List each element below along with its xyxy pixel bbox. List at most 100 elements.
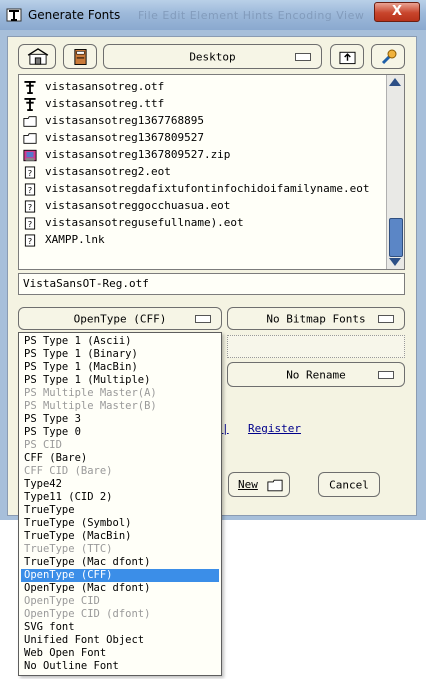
unknown-file-icon: ?: [23, 165, 37, 179]
format-option: OpenType CID: [24, 595, 100, 607]
font-file-icon: [23, 97, 37, 111]
format-option[interactable]: OpenType (CFF): [21, 569, 219, 582]
unknown-file-icon: ?: [23, 216, 37, 230]
new-folder-button[interactable]: New: [228, 472, 290, 497]
file-name: vistasansotreg.otf: [45, 80, 165, 93]
folder-icon: [267, 479, 283, 492]
directory-dropdown[interactable]: Desktop: [103, 44, 322, 69]
format-option[interactable]: PS Type 3: [23, 413, 219, 426]
directory-label: Desktop: [189, 50, 236, 63]
outline-format-select[interactable]: OpenType (CFF): [18, 307, 222, 330]
file-name: XAMPP.lnk: [45, 233, 105, 246]
format-option[interactable]: TrueType (Symbol): [23, 517, 219, 530]
file-list[interactable]: vistasansotreg.otf vistasansotreg.ttf vist…: [18, 74, 405, 270]
dropdown-indicator-icon: [378, 370, 394, 379]
file-name: vistasansotreg1367809527.zip: [45, 148, 231, 161]
file-name: vistasansotreggocchuasua.eot: [45, 199, 231, 212]
register-link[interactable]: Register: [248, 422, 301, 435]
file-name: vistasansotreg1367809527: [45, 131, 204, 144]
unknown-file-icon: ?: [23, 233, 37, 247]
bookmark-book-icon: [74, 49, 87, 65]
format-option[interactable]: OpenType (Mac dfont): [23, 582, 219, 595]
unknown-file-icon: ?: [23, 199, 37, 213]
cancel-button[interactable]: Cancel: [318, 472, 380, 497]
format-option: PS Multiple Master(B): [24, 400, 157, 412]
file-list-item[interactable]: ? vistasansotregdafixtufontinfochidoifami…: [23, 181, 370, 197]
partial-link[interactable]: |: [222, 422, 229, 435]
fontforge-app-icon: [6, 8, 22, 22]
format-option[interactable]: Type11 (CID 2): [23, 491, 219, 504]
settings-button[interactable]: [371, 44, 405, 69]
scrollbar-thumb[interactable]: [389, 218, 403, 257]
outline-format-value: OpenType (CFF): [73, 312, 167, 325]
format-option[interactable]: TrueType (Mac dfont): [23, 556, 219, 569]
wrench-icon: [381, 49, 397, 65]
format-option[interactable]: No Outline Font: [23, 660, 219, 673]
file-list-item[interactable]: ? XAMPP.lnk: [23, 232, 105, 248]
file-list-item[interactable]: vistasansotreg.ttf: [23, 96, 164, 112]
format-option: PS CID: [24, 439, 62, 451]
folder-icon: [23, 115, 37, 128]
file-name: vistasansotregdafixtufontinfochidoifamil…: [45, 182, 370, 195]
home-button[interactable]: [18, 44, 56, 69]
generate-fonts-window: Generate Fonts File Edit Element Hints E…: [0, 0, 426, 676]
title-bar[interactable]: Generate Fonts File Edit Element Hints E…: [0, 0, 426, 31]
format-option[interactable]: Unified Font Object: [23, 634, 219, 647]
close-button[interactable]: X: [374, 2, 420, 22]
svg-text:?: ?: [28, 202, 32, 212]
format-option[interactable]: PS Type 1 (Multiple): [23, 374, 219, 387]
folder-up-icon: [339, 51, 356, 65]
file-list-item[interactable]: ? vistasansotreg2.eot: [23, 164, 171, 180]
filename-input[interactable]: VistaSansOT-Reg.otf: [18, 273, 405, 295]
file-list-scrollbar[interactable]: [386, 75, 404, 269]
file-list-item[interactable]: vistasansotreg1367809527: [23, 130, 204, 146]
dropdown-indicator-icon: [295, 52, 311, 61]
svg-text:?: ?: [28, 236, 32, 246]
folder-icon: [23, 132, 37, 145]
file-list-item[interactable]: ? vistasansotregusefullname).eot: [23, 215, 244, 231]
file-list-item[interactable]: vistasansotreg1367809527.zip: [23, 147, 230, 163]
svg-text:?: ?: [28, 219, 32, 229]
format-option[interactable]: Type42: [23, 478, 219, 491]
file-list-item[interactable]: vistasansotreg.otf: [23, 79, 164, 95]
close-icon: X: [391, 4, 403, 19]
format-option[interactable]: CFF (Bare): [23, 452, 219, 465]
format-option[interactable]: SVG font: [23, 621, 219, 634]
scroll-up-arrow-icon[interactable]: [389, 78, 401, 86]
cancel-button-label: Cancel: [329, 478, 369, 491]
format-option[interactable]: PS Type 1 (Ascii): [23, 335, 219, 348]
home-icon: [27, 48, 49, 65]
format-option[interactable]: PS Type 1 (Binary): [23, 348, 219, 361]
file-list-item[interactable]: ? vistasansotreggocchuasua.eot: [23, 198, 230, 214]
file-name: vistasansotreg.ttf: [45, 97, 165, 110]
dropdown-indicator-icon: [378, 314, 394, 323]
format-option: OpenType CID (dfont): [24, 608, 151, 620]
svg-text:?: ?: [28, 168, 32, 178]
archive-icon: [23, 149, 37, 162]
bitmap-sizes-field[interactable]: [227, 335, 405, 358]
scroll-down-arrow-icon[interactable]: [389, 258, 401, 266]
format-option: PS Multiple Master(A): [24, 387, 157, 399]
font-file-icon: [23, 80, 37, 94]
dropdown-indicator-icon: [195, 314, 211, 323]
unknown-file-icon: ?: [23, 182, 37, 196]
format-option[interactable]: PS Type 0: [23, 426, 219, 439]
new-button-label: New: [238, 478, 258, 491]
parent-directory-button[interactable]: [330, 44, 364, 69]
format-option[interactable]: TrueType: [23, 504, 219, 517]
format-option: TrueType (TTC): [24, 543, 113, 555]
outline-format-dropdown-list[interactable]: PS Type 1 (Ascii) PS Type 1 (Binary) PS Ty…: [18, 332, 222, 676]
file-name: vistasansotreg2.eot: [45, 165, 171, 178]
format-option[interactable]: TrueType (MacBin): [23, 530, 219, 543]
bitmap-format-select[interactable]: No Bitmap Fonts: [227, 307, 405, 330]
background-menu-ghost: File Edit Element Hints Encoding View: [138, 9, 365, 22]
file-list-item[interactable]: vistasansotreg1367768895: [23, 113, 204, 129]
rename-select[interactable]: No Rename: [227, 362, 405, 387]
bookmarks-button[interactable]: [63, 44, 97, 69]
window-title: Generate Fonts: [28, 8, 121, 22]
format-option[interactable]: Web Open Font: [23, 647, 219, 660]
svg-text:?: ?: [28, 185, 32, 195]
format-option[interactable]: PS Type 1 (MacBin): [23, 361, 219, 374]
format-option: CFF CID (Bare): [24, 465, 113, 477]
file-name: vistasansotregusefullname).eot: [45, 216, 244, 229]
